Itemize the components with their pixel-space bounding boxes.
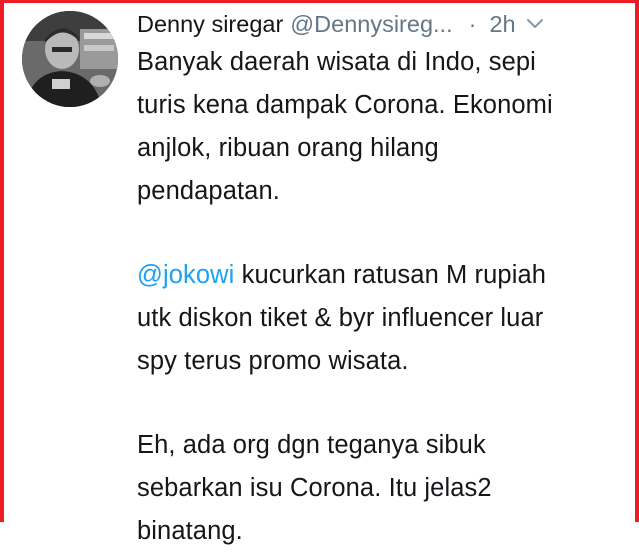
text-line: utk diskon tiket & byr influencer luar	[137, 304, 544, 332]
text-line: spy terus promo wisata.	[137, 347, 409, 375]
tweet-text: Banyak daerah wisata di Indo, sepi turis…	[137, 41, 627, 553]
author-display-name[interactable]: Denny siregar	[137, 7, 283, 41]
text-line-rest: kucurkan ratusan M rupiah	[234, 261, 547, 289]
tweet-paragraph-2: @jokowi kucurkan ratusan M rupiah utk di…	[137, 254, 627, 383]
avatar-photo	[22, 11, 118, 107]
text-line: Eh, ada org dgn teganya sibuk	[137, 431, 486, 459]
text-line: anjlok, ribuan orang hilang	[137, 134, 439, 162]
tweet-header: Denny siregar @Dennysireg... · 2h	[137, 7, 617, 41]
text-line: turis kena dampak Corona. Ekonomi	[137, 91, 553, 119]
text-line: sebarkan isu Corona. Itu jelas2	[137, 474, 492, 502]
tweet-paragraph-1: Banyak daerah wisata di Indo, sepi turis…	[137, 41, 627, 213]
text-line: Banyak daerah wisata di Indo, sepi	[137, 48, 536, 76]
mention-link[interactable]: @jokowi	[137, 261, 234, 289]
avatar[interactable]	[22, 11, 118, 107]
tweet-paragraph-3: Eh, ada org dgn teganya sibuk sebarkan i…	[137, 424, 627, 553]
tweet: Denny siregar @Dennysireg... · 2h Banyak…	[4, 3, 635, 545]
text-line: binatang.	[137, 517, 243, 545]
header-separator: ·	[468, 11, 477, 37]
tweet-timestamp[interactable]: 2h	[489, 7, 515, 41]
text-line: pendapatan.	[137, 177, 280, 205]
author-handle[interactable]: @Dennysireg...	[290, 7, 452, 41]
chevron-down-icon[interactable]	[524, 13, 546, 35]
text-line-with-mention: @jokowi kucurkan ratusan M rupiah	[137, 254, 627, 297]
